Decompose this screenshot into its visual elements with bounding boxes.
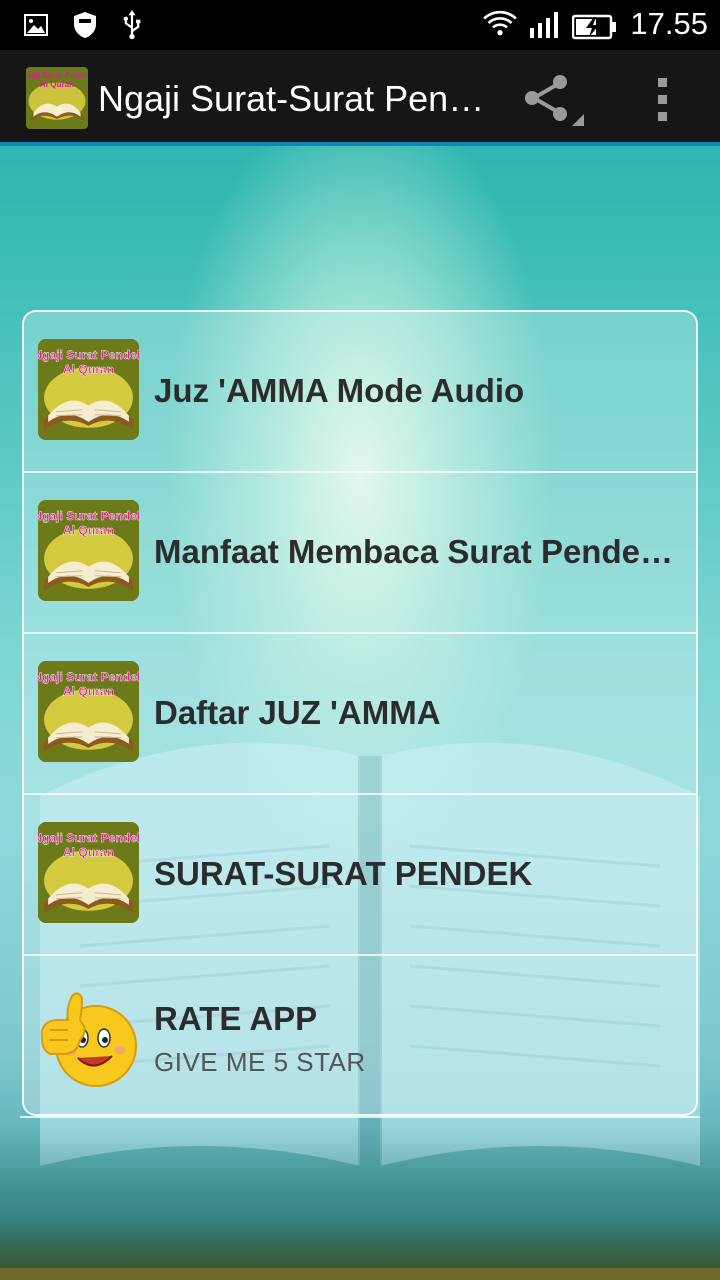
menu-item-daftar-juz-amma[interactable]: Ngaji Surat Pendek Al Quran Daftar JUZ '… — [24, 634, 696, 795]
logo-text-line1: Ngaji Surat Pendek — [26, 71, 88, 80]
shield-icon — [74, 12, 96, 38]
overflow-menu-icon — [658, 78, 667, 121]
menu-item-sublabel: GIVE ME 5 STAR — [154, 1047, 366, 1077]
menu-item-label: Manfaat Membaca Surat Pendek Al Quran — [154, 533, 674, 570]
thumb-text-line2: Al Quran — [63, 684, 114, 698]
usb-icon — [123, 10, 141, 40]
thumb-text-line1: Ngaji Surat Pendek — [38, 509, 139, 523]
action-bar: Ngaji Surat Pendek Al Quran Ngaji Surat-… — [0, 50, 720, 142]
menu-item-label: SURAT-SURAT PENDEK — [154, 855, 533, 892]
main-menu-card: Ngaji Surat Pendek Al Quran Juz 'AMMA Mo… — [22, 310, 698, 1116]
app-book-icon: Ngaji Surat Pendek Al Quran — [38, 339, 139, 440]
menu-item-label: Juz 'AMMA Mode Audio — [154, 372, 525, 409]
share-icon — [525, 75, 584, 126]
menu-item-surat-surat-pendek[interactable]: Ngaji Surat Pendek Al Quran SURAT-SURAT … — [24, 795, 696, 956]
thumb-text-line1: Ngaji Surat Pendek — [38, 831, 139, 845]
thumb-text-line2: Al Quran — [63, 845, 114, 859]
menu-item-manfaat-membaca[interactable]: Ngaji Surat Pendek Al Quran Manfaat Memb… — [24, 473, 696, 634]
background-bottom-fade — [0, 1126, 720, 1280]
share-button[interactable] — [520, 70, 590, 130]
menu-item-rate-app[interactable]: RATE APP GIVE ME 5 STAR — [24, 956, 696, 1114]
signal-icon — [530, 12, 558, 38]
logo-text-line2: Al Quran — [40, 80, 74, 89]
app-logo-icon[interactable]: Ngaji Surat Pendek Al Quran — [26, 67, 88, 129]
app-book-icon: Ngaji Surat Pendek Al Quran — [38, 500, 139, 601]
menu-item-label: Daftar JUZ 'AMMA — [154, 694, 441, 731]
app-title: Ngaji Surat-Surat Pendek Al Quran — [98, 78, 488, 119]
thumb-text-line1: Ngaji Surat Pendek — [38, 670, 139, 684]
bottom-strip — [0, 1268, 720, 1280]
menu-item-juz-amma-audio[interactable]: Ngaji Surat Pendek Al Quran Juz 'AMMA Mo… — [24, 312, 696, 473]
battery-charging-icon — [572, 14, 616, 40]
thumb-text-line1: Ngaji Surat Pendek — [38, 348, 139, 362]
menu-item-label: RATE APP — [154, 1000, 318, 1037]
app-book-icon: Ngaji Surat Pendek Al Quran — [38, 661, 139, 762]
thumb-text-line2: Al Quran — [63, 523, 114, 537]
wifi-icon — [483, 10, 517, 36]
thumb-text-line2: Al Quran — [63, 362, 114, 376]
app-book-icon: Ngaji Surat Pendek Al Quran — [38, 822, 139, 923]
overflow-menu-button[interactable] — [640, 72, 686, 128]
status-time: 17.55 — [630, 6, 708, 41]
card-bottom-line — [20, 1116, 700, 1118]
status-bar: 17.55 — [0, 0, 720, 50]
gallery-notification-icon — [24, 14, 48, 36]
thumbs-up-smiley-icon — [40, 992, 137, 1087]
